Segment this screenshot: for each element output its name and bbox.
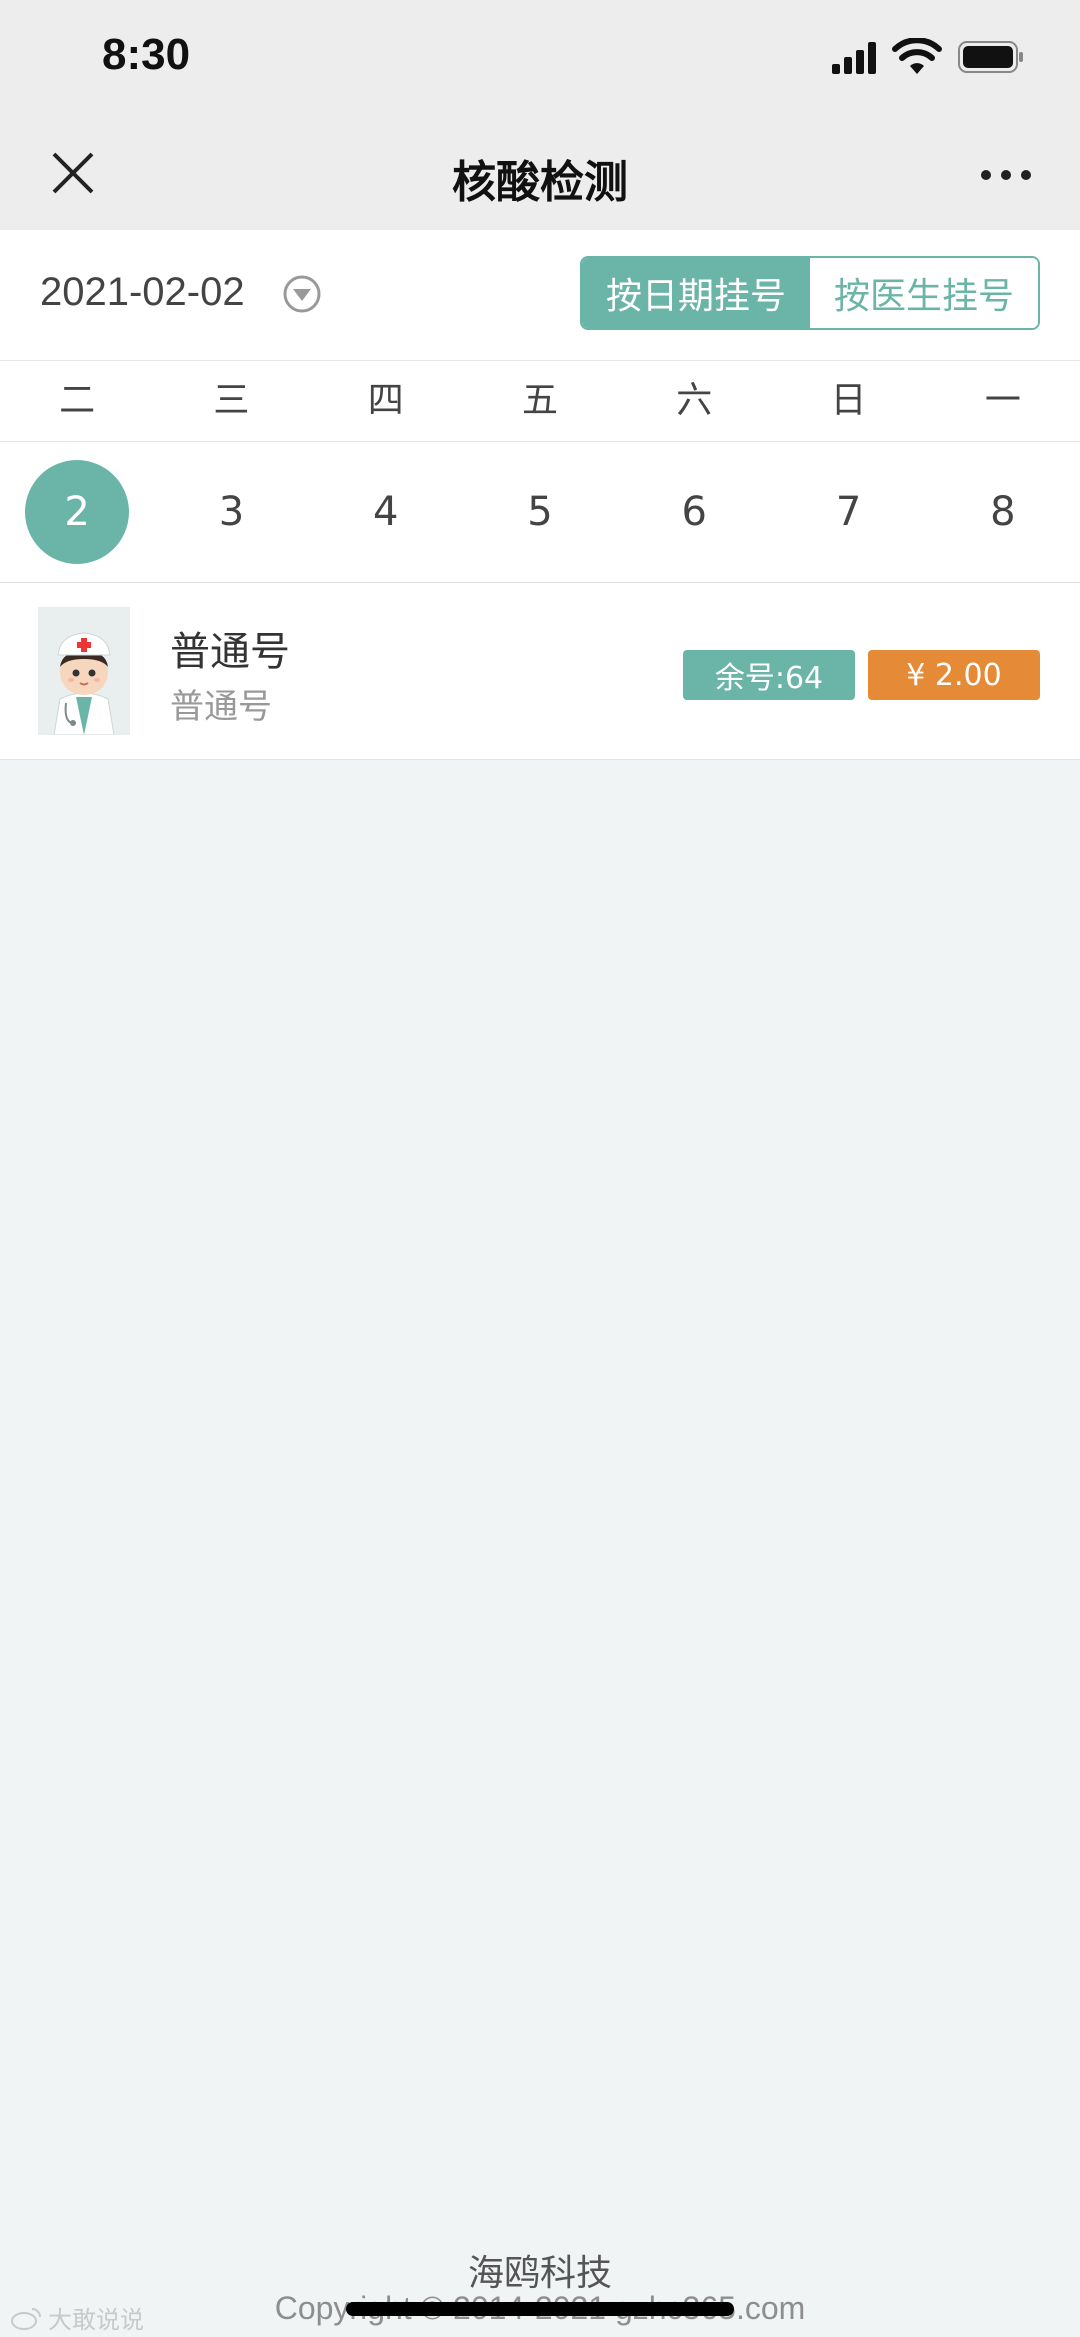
selected-date[interactable]: 2021-02-02 <box>40 270 245 315</box>
day-cell[interactable]: 4 <box>309 442 463 582</box>
day-number: 8 <box>990 489 1016 535</box>
schedule-subtitle: 普通号 <box>170 687 272 727</box>
tab-by-date[interactable]: 按日期挂号 <box>582 258 810 328</box>
weekday-label: 一 <box>984 380 1021 421</box>
weekday-header: 二 三 四 五 六 日 一 <box>0 361 1080 442</box>
home-indicator <box>346 2302 734 2316</box>
weekday-label: 六 <box>676 380 713 421</box>
day-cell-selected[interactable]: 2 <box>0 442 154 582</box>
date-selector-row: 2021-02-02 按日期挂号 按医生挂号 <box>0 230 1080 361</box>
dropdown-caret-icon[interactable] <box>282 274 322 314</box>
day-number: 6 <box>681 489 707 535</box>
navigation-bar: 核酸检测 <box>0 120 1080 230</box>
weekday-label: 二 <box>59 380 96 421</box>
status-time: 8:30 <box>102 30 191 79</box>
price-badge[interactable]: ¥ 2.00 <box>868 650 1040 700</box>
doctor-avatar-icon <box>38 607 130 735</box>
day-number: 5 <box>527 489 553 535</box>
page-title: 核酸检测 <box>452 157 628 208</box>
more-options-icon[interactable] <box>976 150 1036 200</box>
footer-company: 海鸥科技 <box>467 2253 612 2294</box>
weibo-logo-icon <box>11 2307 41 2330</box>
schedule-item[interactable]: 普通号 普通号 余号:64 ¥ 2.00 <box>0 583 1080 760</box>
weekday-label: 五 <box>521 380 558 421</box>
weekday-label: 四 <box>367 380 404 421</box>
wifi-icon <box>892 38 942 74</box>
day-number: 2 <box>25 460 130 564</box>
remaining-slots-badge: 余号:64 <box>683 650 855 700</box>
battery-icon <box>958 41 1023 73</box>
watermark-text: 大敢说说 <box>48 2306 144 2334</box>
date-picker: 2 3 4 5 6 7 8 <box>0 442 1080 583</box>
schedule-title: 普通号 <box>170 629 290 675</box>
day-cell[interactable]: 7 <box>771 442 925 582</box>
weekday-label: 三 <box>213 380 250 421</box>
tab-by-doctor[interactable]: 按医生挂号 <box>810 258 1038 328</box>
day-cell[interactable]: 5 <box>463 442 617 582</box>
cellular-signal-icon <box>832 42 876 74</box>
day-cell[interactable]: 6 <box>617 442 771 582</box>
weekday-label: 日 <box>830 380 867 421</box>
day-number: 7 <box>835 489 862 535</box>
status-bar: 8:30 <box>0 0 1080 120</box>
day-cell[interactable]: 8 <box>926 442 1080 582</box>
day-cell[interactable]: 3 <box>154 442 308 582</box>
registration-mode-toggle: 按日期挂号 按医生挂号 <box>580 256 1040 330</box>
watermark: 大敢说说 <box>10 2300 144 2335</box>
day-number: 4 <box>372 489 399 535</box>
day-number: 3 <box>218 489 245 535</box>
